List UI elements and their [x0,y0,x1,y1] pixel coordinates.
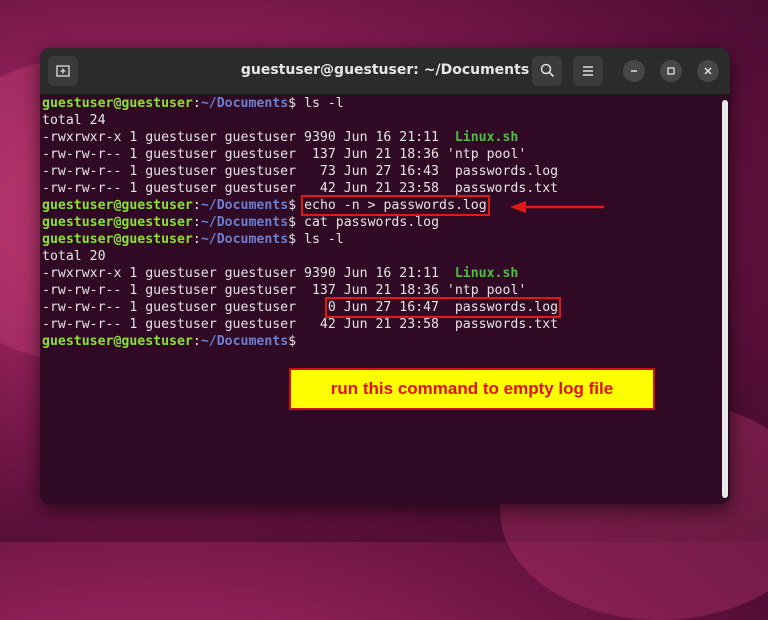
prompt-dollar: $ [288,96,297,111]
close-icon [703,65,713,79]
prompt-dollar: $ [288,334,297,349]
menu-button[interactable] [573,56,603,86]
prompt-sep: : [192,232,201,247]
annotation-callout: run this command to empty log file [289,368,655,410]
file-info: -rw-rw-r-- 1 guestuser guestuser 42 Jun … [42,181,455,196]
file-info: -rw-rw-r-- 1 guestuser guestuser [42,300,328,315]
terminal-line: -rw-rw-r-- 1 guestuser guestuser 137 Jun… [42,282,730,299]
terminal-line: -rwxrwxr-x 1 guestuser guestuser 9390 Ju… [42,265,730,282]
terminal-line: guestuser@guestuser:~/Documents$ echo -n… [42,195,730,216]
hamburger-menu-icon [581,63,595,81]
prompt-path: ~/Documents [200,198,289,213]
minimize-icon [629,65,639,79]
title-bar: guestuser@guestuser: ~/Documents [40,48,730,95]
terminal-line: -rwxrwxr-x 1 guestuser guestuser 9390 Ju… [42,129,730,146]
terminal-line: guestuser@guestuser:~/Documents$ cat pas… [42,214,730,231]
command-text: cat passwords.log [296,215,440,230]
terminal-line: total 24 [42,113,106,128]
prompt-path: ~/Documents [200,215,289,230]
prompt-user: guestuser@guestuser [42,334,193,349]
terminal-line: guestuser@guestuser:~/Documents$ ls -l [42,95,730,112]
prompt-sep: : [192,96,201,111]
terminal-line: total 20 [42,249,106,264]
terminal-line: -rw-rw-r-- 1 guestuser guestuser 137 Jun… [42,146,730,163]
file-name: passwords.txt [454,317,559,332]
command-text: ls -l [296,232,344,247]
prompt-user: guestuser@guestuser [42,96,193,111]
file-info: -rwxrwxr-x 1 guestuser guestuser 9390 Ju… [42,266,455,281]
command-text: ls -l [296,96,344,111]
file-name: 'ntp pool' [446,147,527,162]
file-name: passwords.log [454,164,559,179]
arrow-icon [510,199,606,218]
prompt-user: guestuser@guestuser [42,232,193,247]
prompt-path: ~/Documents [200,232,289,247]
file-name: Linux.sh [454,266,519,281]
prompt-path: ~/Documents [200,96,289,111]
prompt-user: guestuser@guestuser [42,215,193,230]
file-info: -rw-rw-r-- 1 guestuser guestuser 137 Jun… [42,283,447,298]
search-button[interactable] [532,56,562,86]
file-info: -rw-rw-r-- 1 guestuser guestuser 42 Jun … [42,317,455,332]
maximize-button[interactable] [660,60,682,82]
highlighted-command: echo -n > passwords.log [301,195,490,216]
terminal-window[interactable]: guestuser@guestuser: ~/Documents guestus… [40,48,730,504]
prompt-dollar: $ [288,198,297,213]
prompt-sep: : [192,198,201,213]
file-name: Linux.sh [454,130,519,145]
terminal-line: guestuser@guestuser:~/Documents$ ls -l [42,231,730,248]
terminal-line: -rw-rw-r-- 1 guestuser guestuser 73 Jun … [42,163,730,180]
file-info: -rwxrwxr-x 1 guestuser guestuser 9390 Ju… [42,130,455,145]
file-info: -rw-rw-r-- 1 guestuser guestuser 137 Jun… [42,147,447,162]
scrollbar[interactable] [722,100,728,498]
file-name: passwords.txt [454,181,559,196]
prompt-user: guestuser@guestuser [42,198,193,213]
file-name: 'ntp pool' [446,283,527,298]
terminal-output[interactable]: guestuser@guestuser:~/Documents$ ls -l t… [40,95,730,504]
prompt-path: ~/Documents [200,334,289,349]
search-icon [540,63,555,82]
terminal-line: guestuser@guestuser:~/Documents$ [42,333,730,350]
maximize-icon [666,65,676,79]
prompt-sep: : [192,334,201,349]
close-button[interactable] [697,60,719,82]
terminal-line: -rw-rw-r-- 1 guestuser guestuser 42 Jun … [42,180,730,197]
terminal-line: -rw-rw-r-- 1 guestuser guestuser 42 Jun … [42,316,730,333]
prompt-sep: : [192,215,201,230]
prompt-dollar: $ [288,232,297,247]
highlighted-file-entry: 0 Jun 27 16:47 passwords.log [324,297,562,318]
prompt-dollar: $ [288,215,297,230]
terminal-line: -rw-rw-r-- 1 guestuser guestuser 0 Jun 2… [42,297,730,318]
minimize-button[interactable] [623,60,645,82]
file-info: -rw-rw-r-- 1 guestuser guestuser 73 Jun … [42,164,455,179]
